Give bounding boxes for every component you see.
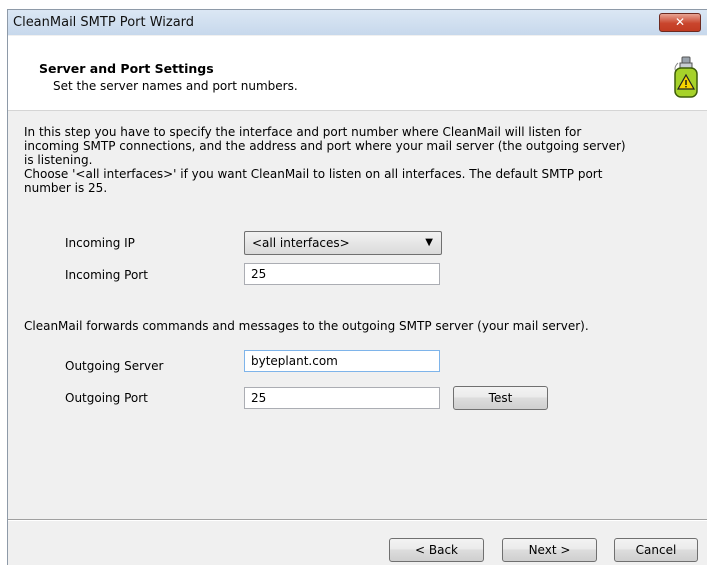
incoming-port-label: Incoming Port [65,268,148,282]
next-button[interactable]: Next > [502,538,597,562]
title-bar[interactable]: CleanMail SMTP Port Wizard ✕ [8,10,707,35]
test-button[interactable]: Test [453,386,548,410]
incoming-ip-selected: <all interfaces> [252,236,350,250]
outgoing-server-field[interactable]: byteplant.com [244,350,440,372]
forward-note: CleanMail forwards commands and messages… [24,319,589,333]
close-icon: ✕ [674,15,686,29]
step-description: In this step you have to specify the int… [24,125,699,195]
outgoing-port-label: Outgoing Port [65,391,148,405]
window-title: CleanMail SMTP Port Wizard [13,15,195,30]
incoming-ip-label: Incoming IP [65,236,135,250]
incoming-ip-dropdown[interactable]: <all interfaces> ▼ [244,231,442,255]
description-line: In this step you have to specify the int… [24,125,582,139]
close-button[interactable]: ✕ [659,13,701,32]
description-line: Choose '<all interfaces>' if you want Cl… [24,167,603,181]
description-line: incoming SMTP connections, and the addre… [24,139,626,153]
incoming-port-field[interactable]: 25 [244,263,440,285]
footer-divider [8,519,707,521]
wizard-header: Server and Port Settings Set the server … [8,36,707,111]
step-subtitle: Set the server names and port numbers. [53,79,298,93]
back-button[interactable]: < Back [389,538,484,562]
description-line: number is 25. [24,181,108,195]
outgoing-port-field[interactable]: 25 [244,387,440,409]
cancel-button[interactable]: Cancel [614,538,698,562]
description-line: is listening. [24,153,93,167]
chevron-down-icon: ▼ [425,237,433,248]
cleanmail-spray-warning-icon [674,56,698,98]
outgoing-server-label: Outgoing Server [65,359,164,373]
step-title: Server and Port Settings [39,61,214,76]
wizard-window: CleanMail SMTP Port Wizard ✕ Server and … [7,9,707,565]
